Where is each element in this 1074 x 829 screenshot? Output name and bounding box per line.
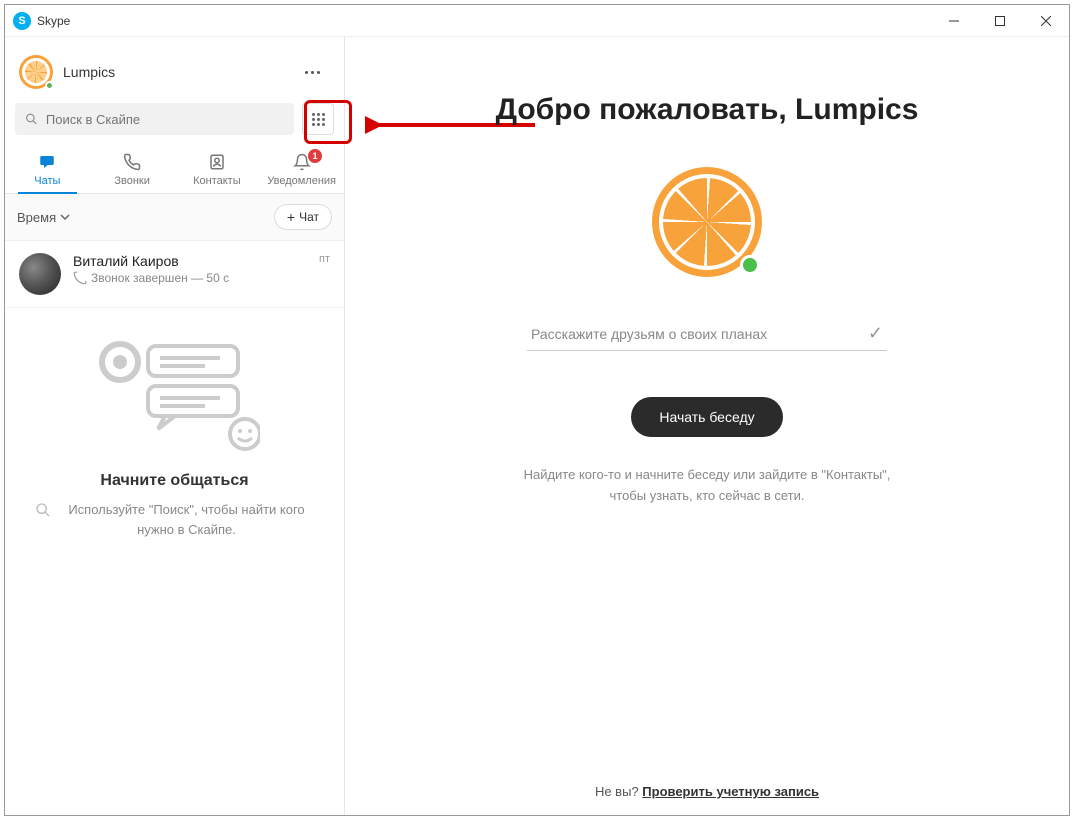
status-message-input[interactable]: Расскажите друзьям о своих планах ✓ <box>527 317 887 351</box>
filter-label-text: Время <box>17 210 56 225</box>
tab-chats[interactable]: Чаты <box>5 145 90 193</box>
main-area: Добро пожаловать, Lumpics Расскажите дру… <box>345 37 1069 815</box>
sidebar: Lumpics <box>5 37 345 815</box>
window-controls <box>931 5 1069 37</box>
tab-label: Чаты <box>34 175 60 187</box>
notification-badge: 1 <box>308 149 322 163</box>
phone-icon <box>123 153 141 171</box>
tab-calls[interactable]: Звонки <box>90 145 175 193</box>
avatar[interactable] <box>19 55 53 89</box>
footer: Не вы? Проверить учетную запись <box>345 784 1069 799</box>
chat-list-item[interactable]: Виталий Каиров Звонок завершен — 50 с пт <box>5 241 344 308</box>
tab-label: Контакты <box>193 175 241 187</box>
close-button[interactable] <box>1023 5 1069 37</box>
app-window: S Skype Lumpics <box>4 4 1070 816</box>
tab-label: Уведомления <box>267 175 336 187</box>
more-menu-button[interactable] <box>294 57 330 87</box>
filter-row: Время + Чат <box>5 194 344 241</box>
status-online-icon <box>740 255 760 275</box>
empty-illustration-icon <box>90 334 260 454</box>
welcome-heading: Добро пожаловать, Lumpics <box>496 93 919 127</box>
search-input[interactable] <box>15 103 294 135</box>
minimize-button[interactable] <box>931 5 977 37</box>
nav-tabs: Чаты Звонки Контакты <box>5 145 344 194</box>
filter-dropdown[interactable]: Время <box>17 210 70 225</box>
search-row <box>5 103 344 135</box>
check-icon: ✓ <box>868 323 883 344</box>
empty-state: Начните общаться Используйте "Поиск", чт… <box>5 308 344 559</box>
contact-avatar <box>19 253 61 295</box>
skype-logo-icon: S <box>13 12 31 30</box>
search-field[interactable] <box>46 112 284 127</box>
plus-icon: + <box>287 209 295 225</box>
dialpad-icon <box>312 113 325 126</box>
search-icon <box>35 502 51 518</box>
maximize-button[interactable] <box>977 5 1023 37</box>
new-chat-button[interactable]: + Чат <box>274 204 332 230</box>
new-chat-label: Чат <box>299 210 319 224</box>
window-title: Skype <box>37 14 70 28</box>
chevron-down-icon <box>60 212 70 222</box>
status-placeholder: Расскажите друзьям о своих планах <box>531 326 767 342</box>
tab-notifications[interactable]: 1 Уведомления <box>259 145 344 193</box>
empty-state-text: Используйте "Поиск", чтобы найти кого ну… <box>35 500 314 539</box>
chat-time: пт <box>319 253 330 265</box>
help-text: Найдите кого-то и начните беседу или зай… <box>507 465 907 507</box>
start-conversation-button[interactable]: Начать беседу <box>631 397 782 437</box>
dialpad-button[interactable] <box>302 103 334 135</box>
call-ended-icon <box>73 271 87 285</box>
contacts-icon <box>208 153 226 171</box>
chat-subtitle: Звонок завершен — 50 с <box>73 271 307 285</box>
status-online-icon <box>45 81 54 90</box>
contact-name: Виталий Каиров <box>73 253 307 269</box>
chat-icon <box>38 153 56 171</box>
tab-label: Звонки <box>114 175 150 187</box>
footer-question: Не вы? <box>595 784 639 799</box>
profile-name[interactable]: Lumpics <box>63 64 115 80</box>
profile-row: Lumpics <box>5 37 344 103</box>
tab-contacts[interactable]: Контакты <box>175 145 260 193</box>
verify-account-link[interactable]: Проверить учетную запись <box>642 784 819 799</box>
profile-avatar-large[interactable] <box>652 167 762 277</box>
search-icon <box>25 112 38 126</box>
titlebar: S Skype <box>5 5 1069 37</box>
empty-state-title: Начните общаться <box>100 472 248 490</box>
